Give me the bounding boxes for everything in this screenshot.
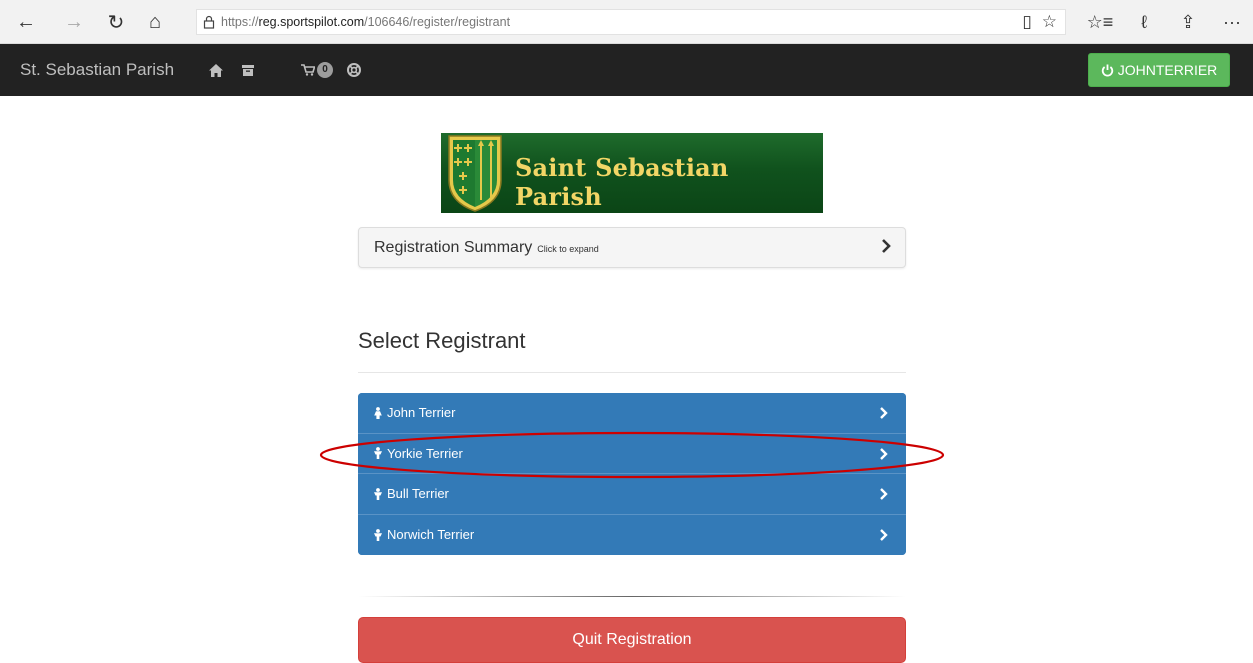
divider [358,596,906,597]
refresh-button[interactable]: ↻ [102,8,130,36]
divider [358,372,906,373]
cart-link[interactable]: 0 [301,60,333,80]
cart-count-badge: 0 [317,62,333,78]
logo-text: Saint Sebastian Parish [515,153,729,211]
home-button[interactable]: ⌂ [141,8,169,36]
address-bar[interactable]: https://reg.sportspilot.com/106646/regis… [196,9,1066,35]
registrant-name: Bull Terrier [387,486,449,502]
url-prefix: https:// [221,15,259,29]
back-arrow-icon: ← [16,10,36,33]
help-icon[interactable] [347,60,361,80]
favorites-hub-icon[interactable]: ☆≡ [1078,8,1122,36]
back-button[interactable]: ← [12,8,40,36]
section-title: Select Registrant [358,328,526,353]
url-path: /106646/register/registrant [364,15,511,29]
url-host: reg.sportspilot.com [258,15,365,29]
registrant-list: John Terrier Yorkie Terrier Bull Terrier… [358,393,906,555]
url-text[interactable]: https://reg.sportspilot.com/106646/regis… [221,15,510,29]
brand-link[interactable]: St. Sebastian Parish [20,60,174,80]
male-icon [374,487,382,500]
summary-title: Registration Summary [374,238,533,256]
registrant-item[interactable]: Norwich Terrier [358,514,906,555]
registrant-name: Norwich Terrier [387,527,475,543]
chevron-right-icon [880,447,888,460]
web-notes-icon[interactable]: ℓ [1122,8,1166,36]
registrant-name: John Terrier [387,405,456,421]
chevron-right-icon [880,407,888,419]
browser-toolbar: ← → ↻ ⌂ https://reg.sportspilot.com/1066… [0,0,1253,44]
refresh-icon: ↻ [107,11,125,34]
share-icon[interactable]: ⇪ [1166,8,1210,36]
archive-icon[interactable] [242,60,254,80]
female-icon [374,406,382,419]
registration-summary-panel[interactable]: Registration Summary Click to expand [358,227,906,268]
power-icon [1101,64,1113,77]
registrant-item[interactable]: John Terrier [358,393,906,434]
user-button-label: JOHNTERRIER [1117,62,1218,78]
quit-registration-button[interactable]: Quit Registration [358,617,906,663]
forward-button[interactable]: → [60,8,88,36]
favorite-star-icon[interactable]: ☆ [1042,12,1057,32]
shield-crest-icon [448,135,502,212]
home-icon: ⌂ [148,10,162,33]
app-navbar: St. Sebastian Parish 0 JOHNTERRIER [0,44,1253,96]
chevron-right-icon [882,239,891,253]
parish-logo: Saint Sebastian Parish [441,133,823,213]
lock-icon [197,15,221,29]
summary-hint: Click to expand [537,244,599,254]
logout-user-button[interactable]: JOHNTERRIER [1088,53,1230,87]
registrant-name: Yorkie Terrier [387,445,463,461]
chevron-right-icon [880,488,888,500]
more-menu-icon[interactable]: ··· [1210,8,1253,36]
male-icon [374,528,382,541]
shopping-cart-icon [301,64,315,76]
reading-view-icon[interactable]: ▯ [1022,12,1031,32]
forward-arrow-icon: → [64,10,84,33]
male-icon [374,447,382,460]
chevron-right-icon [880,528,888,541]
registrant-item[interactable]: Yorkie Terrier [358,433,906,474]
home-nav-icon[interactable] [209,60,223,80]
registrant-item[interactable]: Bull Terrier [358,474,906,515]
